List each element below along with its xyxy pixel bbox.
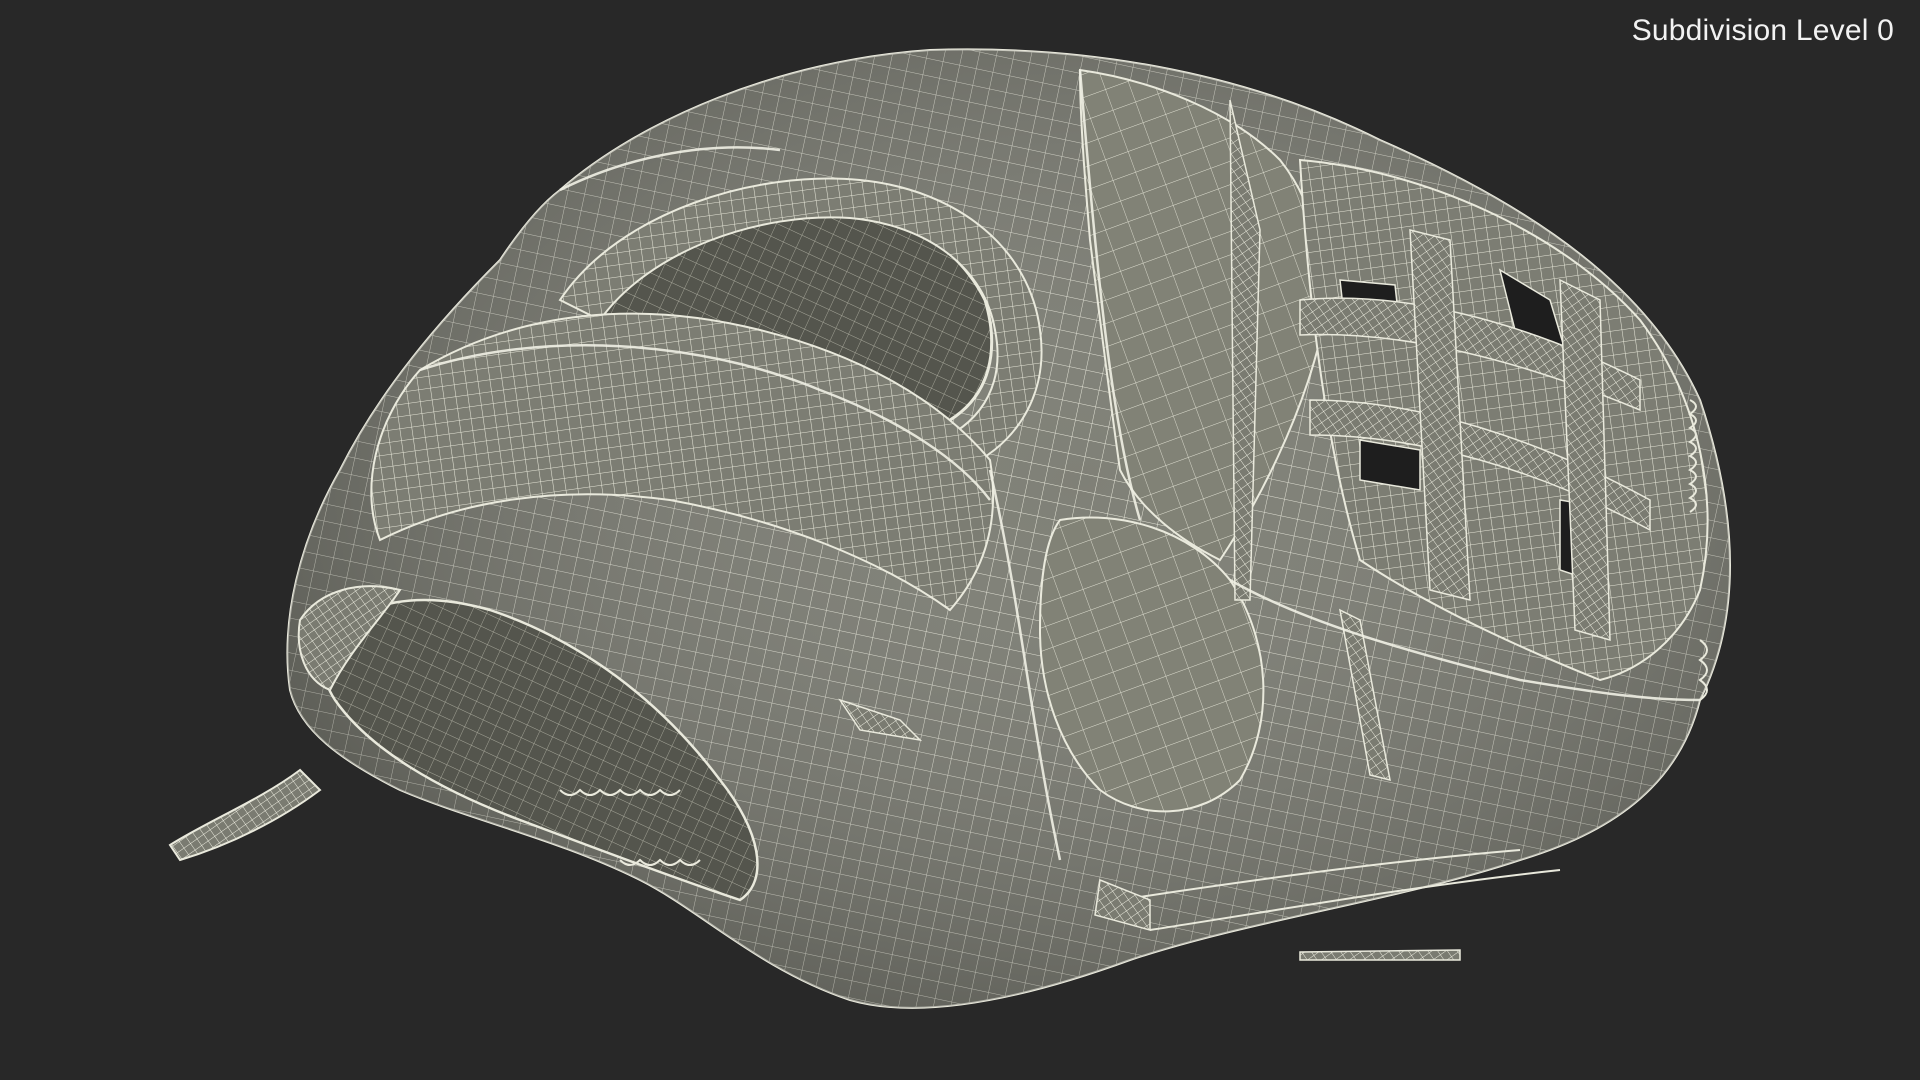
lace-tail [168, 768, 322, 862]
glove-wireframe-model[interactable] [0, 0, 1920, 1080]
subdivision-level-label: Subdivision Level 0 [1631, 14, 1894, 47]
3d-viewport[interactable]: Subdivision Level 0 [0, 0, 1920, 1080]
